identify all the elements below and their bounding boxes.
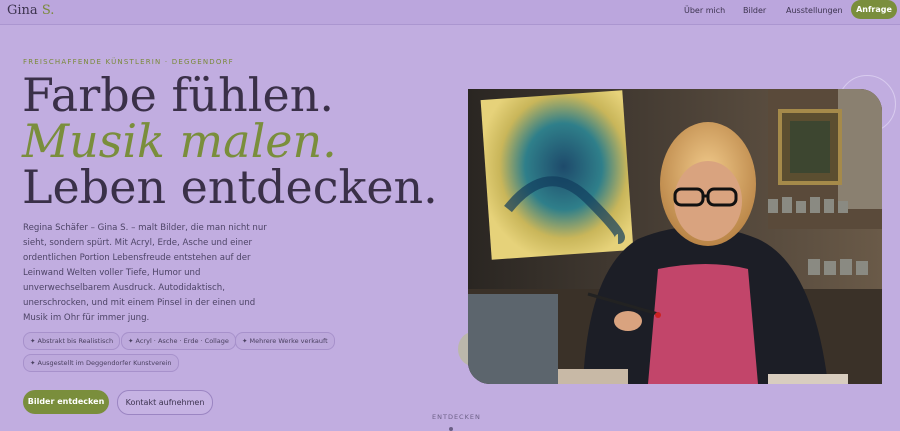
scroll-label: ENTDECKEN (432, 413, 481, 421)
artist-photo-illustration (468, 89, 882, 384)
nav-item-bilder[interactable]: Bilder (743, 6, 766, 15)
chip-werke-verkauft: ✦ Mehrere Werke verkauft (235, 332, 335, 350)
kontakt-aufnehmen-button[interactable]: Kontakt aufnehmen (117, 390, 213, 415)
headline-line-2: Musik malen. (22, 114, 337, 168)
headline-line-3: Leben entdecken. (22, 160, 438, 214)
chip-materialien: ✦ Acryl · Asche · Erde · Collage (121, 332, 236, 350)
bilder-entdecken-button[interactable]: Bilder entdecken (23, 390, 109, 414)
hero-eyebrow: FREISCHAFFENDE KÜNSTLERIN · DEGGENDORF (23, 58, 234, 66)
anfrage-button[interactable]: Anfrage (851, 0, 897, 19)
chip-abstrakt: ✦ Abstrakt bis Realistisch (23, 332, 121, 350)
chip-ausgestellt: ✦ Ausgestellt im Deggendorfer Kunstverei… (23, 354, 179, 372)
hero-headline: Farbe fühlen. Musik malen. Leben entdeck… (22, 72, 438, 210)
site-logo[interactable]: Gina S. (7, 3, 54, 18)
top-navigation-bar: Gina S. Über mich Bilder Ausstellungen A… (0, 0, 900, 25)
logo-initial: S. (41, 3, 55, 18)
nav-item-ueber-mich[interactable]: Über mich (684, 6, 725, 15)
artist-photo (468, 89, 882, 384)
headline-line-1: Farbe fühlen. (22, 68, 334, 122)
hero-intro-text: Regina Schäfer – Gina S. – malt Bilder, … (23, 223, 267, 323)
nav-item-ausstellungen[interactable]: Ausstellungen (786, 6, 843, 15)
scroll-indicator-icon[interactable] (449, 427, 453, 431)
logo-name: Gina (7, 3, 38, 18)
